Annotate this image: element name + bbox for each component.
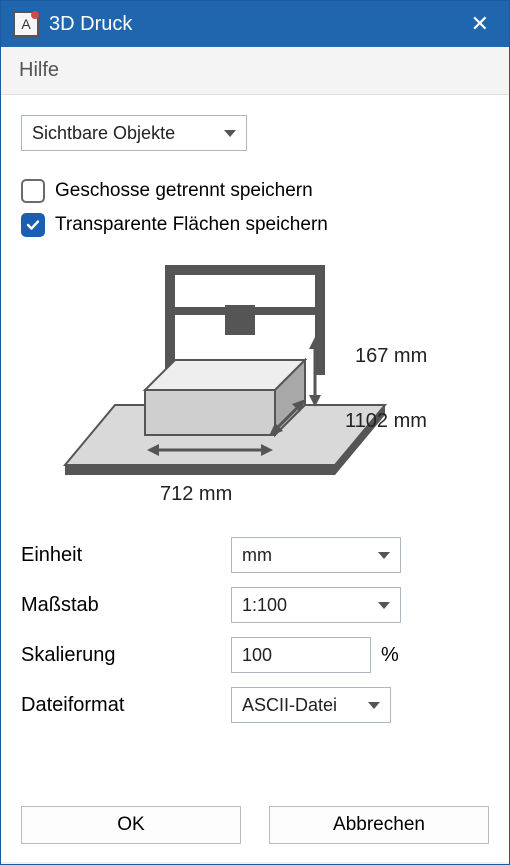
chevron-down-icon: [378, 552, 390, 559]
format-dropdown[interactable]: ASCII-Datei: [231, 687, 391, 723]
row-scaling: Skalierung 100 %: [21, 637, 489, 673]
app-icon: A: [13, 11, 39, 37]
chevron-down-icon: [378, 602, 390, 609]
row-unit: Einheit mm: [21, 537, 489, 573]
printer-diagram-container: 167 mm 1102 mm 712 mm: [21, 265, 489, 515]
window-title: 3D Druck: [49, 13, 463, 36]
objects-dropdown-value: Sichtbare Objekte: [32, 123, 175, 144]
unit-dropdown[interactable]: mm: [231, 537, 401, 573]
checkbox-separate-storeys-label: Geschosse getrennt speichern: [55, 180, 313, 202]
scale-dropdown-value: 1:100: [242, 595, 287, 616]
menubar: Hilfe: [1, 47, 509, 95]
objects-dropdown[interactable]: Sichtbare Objekte: [21, 115, 247, 151]
checkbox-separate-storeys-row[interactable]: Geschosse getrennt speichern: [21, 179, 489, 203]
row-format: Dateiformat ASCII-Datei: [21, 687, 489, 723]
chevron-down-icon: [368, 702, 380, 709]
label-unit: Einheit: [21, 544, 231, 567]
cancel-button[interactable]: Abbrechen: [269, 806, 489, 844]
scaling-suffix: %: [381, 644, 399, 667]
format-dropdown-value: ASCII-Datei: [242, 695, 337, 716]
label-scaling: Skalierung: [21, 644, 231, 667]
close-icon[interactable]: ✕: [463, 7, 497, 41]
checkbox-separate-storeys[interactable]: [21, 179, 45, 203]
dimension-width: 712 mm: [160, 483, 232, 506]
label-format: Dateiformat: [21, 694, 231, 717]
unit-dropdown-value: mm: [242, 545, 272, 566]
scale-dropdown[interactable]: 1:100: [231, 587, 401, 623]
button-bar: OK Abbrechen: [21, 788, 489, 844]
dialog-content: Sichtbare Objekte Geschosse getrennt spe…: [1, 95, 509, 862]
checkbox-transparent-faces-label: Transparente Flächen speichern: [55, 214, 328, 236]
ok-button[interactable]: OK: [21, 806, 241, 844]
printer-diagram: 167 mm 1102 mm 712 mm: [45, 265, 465, 515]
dimension-depth: 1102 mm: [345, 410, 427, 433]
row-scale: Maßstab 1:100: [21, 587, 489, 623]
label-scale: Maßstab: [21, 594, 231, 617]
scaling-input-value: 100: [242, 645, 272, 666]
menu-help[interactable]: Hilfe: [19, 59, 59, 81]
checkbox-transparent-faces-row[interactable]: Transparente Flächen speichern: [21, 213, 489, 237]
checkbox-transparent-faces[interactable]: [21, 213, 45, 237]
scaling-input[interactable]: 100: [231, 637, 371, 673]
titlebar: A 3D Druck ✕: [1, 1, 509, 47]
dimension-height: 167 mm: [355, 345, 427, 368]
chevron-down-icon: [224, 130, 236, 137]
